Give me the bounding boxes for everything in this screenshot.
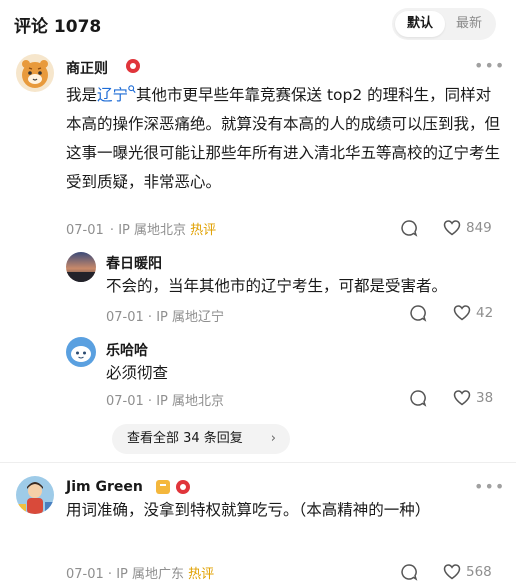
reply-date: 07-01 [106, 394, 144, 409]
badge-icon [176, 480, 190, 494]
comment-author[interactable]: Jim Green [66, 479, 143, 495]
reply-date: 07-01 [106, 310, 144, 325]
comment-icon[interactable] [400, 219, 418, 241]
hot-comment-label: 热评 [188, 567, 215, 582]
search-icon [128, 85, 136, 93]
sort-latest-button[interactable]: 最新 [446, 11, 492, 37]
more-icon[interactable]: ••• [474, 477, 505, 496]
comment-meta: 07-01 · IP 属地北京 热评 [66, 223, 217, 238]
avatar[interactable] [66, 252, 96, 282]
sort-default-button[interactable]: 默认 [395, 11, 445, 37]
comment-icon[interactable] [409, 304, 427, 326]
comment-ip-location: IP 属地广东 [116, 567, 185, 582]
heart-icon [443, 564, 461, 580]
like-button[interactable]: 38 [453, 389, 493, 406]
comment-ip-location: IP 属地北京 [118, 223, 187, 238]
comment-count-title: 评论 1078 [14, 17, 102, 37]
reply-text: 不会的，当年其他市的辽宁考生，可都是受害者。 [106, 277, 448, 295]
hot-comment-label: 热评 [190, 223, 217, 238]
comment-text: 用词准确，没拿到特权就算吃亏。（本高精神的一种） [66, 501, 431, 519]
heart-icon [453, 305, 471, 321]
topic-link[interactable]: 辽宁 [97, 85, 136, 104]
topic-link-label: 辽宁 [97, 86, 129, 104]
like-button[interactable]: 849 [443, 219, 492, 236]
comment-meta: 07-01 · IP 属地广东 热评 [66, 567, 215, 582]
reply-meta: 07-01 · IP 属地北京 [106, 394, 225, 409]
comment-icon[interactable] [400, 563, 418, 585]
comment-text: 我是辽宁 其他市更早些年靠竞赛保送 top2 的理科生，同样对本高的操作深恶痛绝。… [66, 81, 506, 197]
badge-icon [126, 59, 140, 73]
chevron-right-icon: › [270, 431, 276, 446]
avatar[interactable] [16, 54, 54, 92]
reply-text: 必须彻查 [106, 364, 169, 382]
reply-author[interactable]: 春日暖阳 [106, 253, 162, 273]
like-count: 849 [466, 219, 492, 236]
comment-icon[interactable] [409, 389, 427, 411]
reply-ip-location: IP 属地辽宁 [156, 310, 225, 325]
badge-icon [156, 480, 170, 494]
view-all-replies-label: 查看全部 34 条回复 [127, 431, 243, 446]
like-count: 38 [476, 389, 494, 406]
heart-icon [453, 390, 471, 406]
avatar[interactable] [66, 337, 96, 367]
comment-author[interactable]: 商正则 [66, 58, 108, 78]
comment-divider [0, 462, 516, 463]
reply-author[interactable]: 乐哈哈 [106, 340, 148, 360]
like-button[interactable]: 568 [443, 563, 492, 580]
comment-text-prefix: 我是 [66, 86, 98, 104]
view-all-replies-button[interactable]: 查看全部 34 条回复 › [112, 424, 290, 454]
avatar[interactable] [16, 476, 54, 514]
like-count: 42 [476, 304, 494, 321]
more-icon[interactable]: ••• [474, 56, 505, 75]
heart-icon [443, 220, 461, 236]
comment-date: 07-01 [66, 567, 104, 582]
like-count: 568 [466, 563, 492, 580]
reply-ip-location: IP 属地北京 [156, 394, 225, 409]
reply-meta: 07-01 · IP 属地辽宁 [106, 310, 225, 325]
comment-date: 07-01 [66, 223, 104, 238]
like-button[interactable]: 42 [453, 304, 493, 321]
